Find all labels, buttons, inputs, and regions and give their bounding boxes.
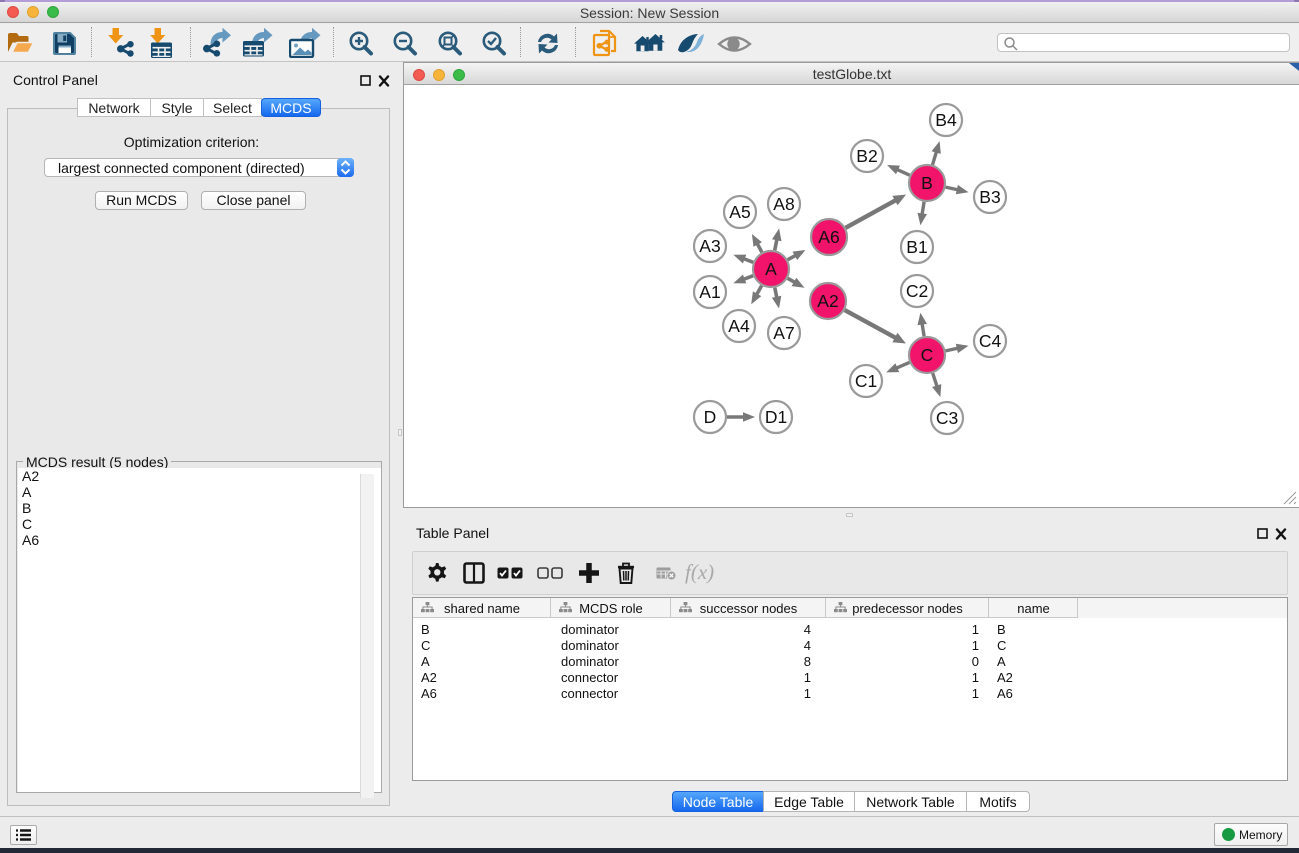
svg-text:D: D <box>704 407 717 427</box>
svg-text:B1: B1 <box>906 237 927 257</box>
svg-text:C3: C3 <box>936 408 958 428</box>
svg-text:A8: A8 <box>773 194 794 214</box>
svg-text:A3: A3 <box>699 236 720 256</box>
svg-text:A1: A1 <box>699 282 720 302</box>
svg-text:A5: A5 <box>729 202 750 222</box>
svg-text:B: B <box>921 173 933 193</box>
svg-text:A7: A7 <box>773 323 794 343</box>
svg-text:A6: A6 <box>818 227 839 247</box>
svg-text:C2: C2 <box>906 281 928 301</box>
svg-text:A: A <box>765 259 777 279</box>
svg-text:D1: D1 <box>765 407 787 427</box>
svg-text:C4: C4 <box>979 331 1002 351</box>
svg-text:B2: B2 <box>856 146 877 166</box>
svg-text:A4: A4 <box>728 316 750 336</box>
svg-text:A2: A2 <box>817 291 838 311</box>
svg-text:B3: B3 <box>979 187 1000 207</box>
svg-text:C: C <box>921 345 934 365</box>
svg-text:C1: C1 <box>855 371 877 391</box>
svg-text:B4: B4 <box>935 110 957 130</box>
